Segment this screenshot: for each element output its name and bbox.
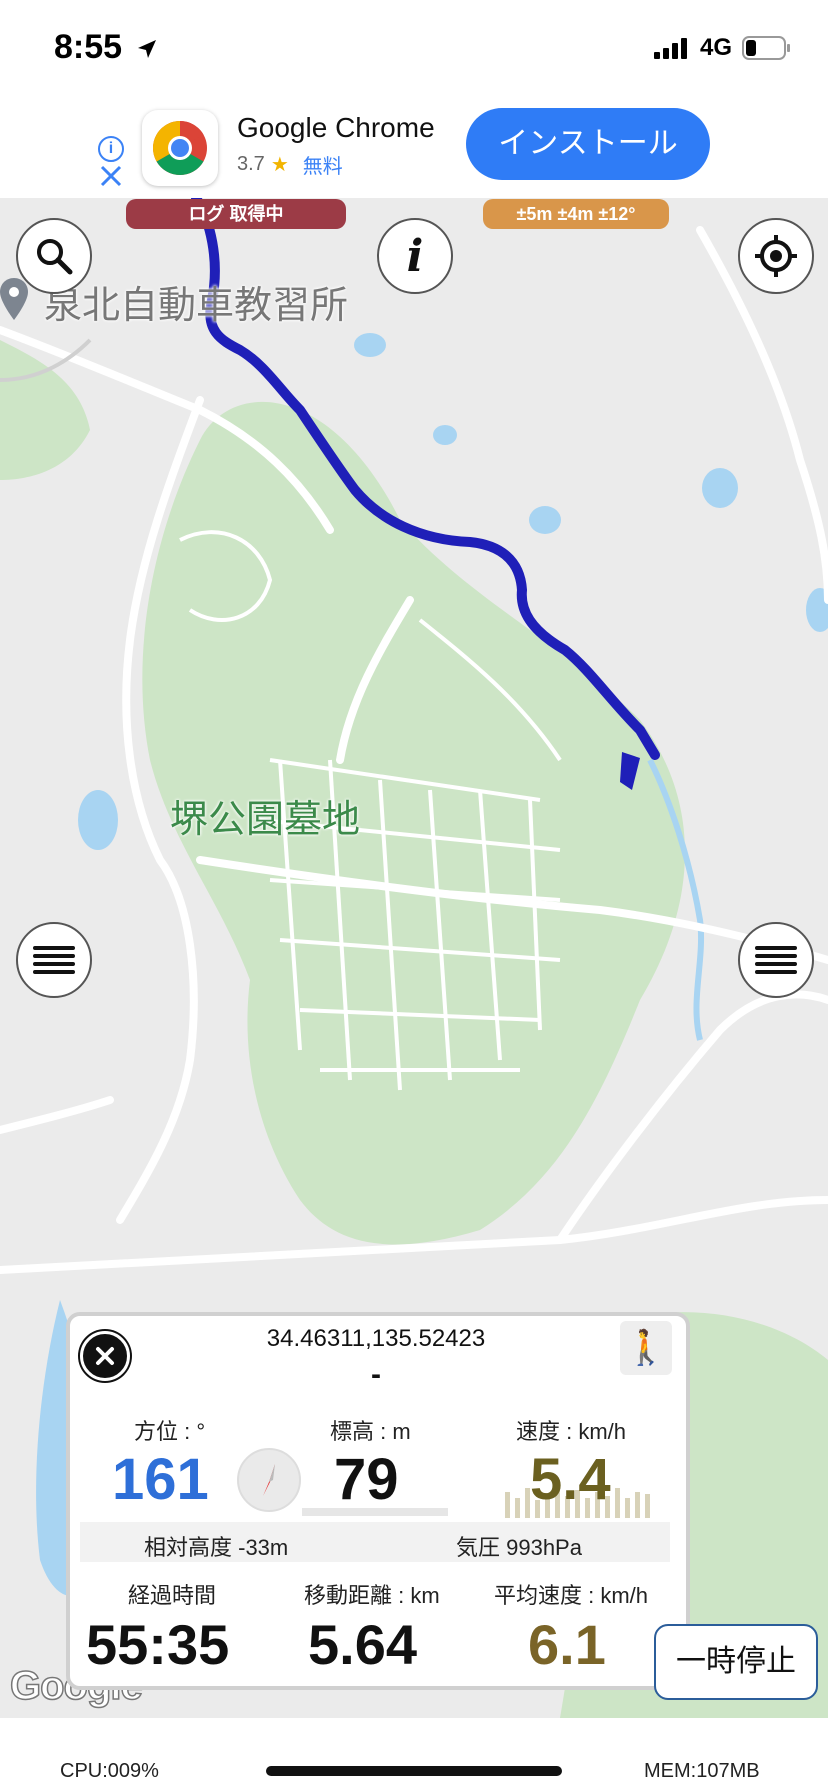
ad-meta: 3.7 ★ 無料 — [237, 150, 343, 179]
battery-icon — [742, 36, 790, 60]
map-pin-icon — [0, 278, 28, 320]
close-icon[interactable] — [98, 163, 124, 189]
pond-3 — [529, 506, 561, 534]
altitude-label: 標高 : m — [330, 1419, 411, 1444]
hamburger-icon — [755, 946, 797, 974]
info-icon[interactable]: i — [98, 136, 124, 162]
road — [0, 1096, 114, 1134]
status-bar: 8:55 4G — [0, 0, 828, 100]
pond-7 — [354, 333, 386, 357]
chrome-icon[interactable] — [142, 110, 218, 186]
locate-button[interactable] — [738, 218, 814, 294]
home-indicator[interactable] — [266, 1766, 562, 1776]
accuracy-badge: ±5m ±4m ±12° — [483, 199, 669, 229]
info-button[interactable]: i — [377, 218, 453, 294]
compass-icon — [237, 1448, 301, 1512]
left-menu-button[interactable] — [16, 922, 92, 998]
search-button[interactable] — [16, 218, 92, 294]
coordinates: 34.46311,135.52423 — [266, 1325, 486, 1352]
heading-value: 161 — [112, 1447, 209, 1512]
speed-value: 5.4 — [530, 1447, 611, 1512]
cpu-usage: CPU:009% — [60, 1760, 159, 1782]
info-icon: i — [406, 230, 424, 282]
ad-app-name[interactable]: Google Chrome — [237, 112, 435, 144]
address: - — [371, 1358, 381, 1391]
place-label-park[interactable]: 堺公園墓地 — [170, 788, 360, 843]
star-icon: ★ — [270, 154, 289, 176]
elapsed-label: 経過時間 — [128, 1583, 217, 1608]
pond-4 — [702, 468, 738, 508]
search-icon — [37, 239, 73, 275]
relative-altitude: 相対高度 -33m — [144, 1535, 289, 1560]
walking-mode-button[interactable]: 🚶 — [620, 1321, 672, 1375]
speed-label: 速度 : km/h — [516, 1419, 627, 1444]
network-type: 4G — [699, 34, 732, 61]
distance-value: 5.64 — [308, 1613, 417, 1676]
altitude-value: 79 — [334, 1447, 399, 1512]
pause-button[interactable]: 一時停止 — [654, 1624, 818, 1700]
install-button[interactable]: インストール — [466, 108, 710, 180]
log-status-badge: ログ 取得中 — [126, 199, 346, 229]
place-label-school[interactable]: 泉北自動車教習所 — [44, 274, 348, 329]
distance-label: 移動距離 : km — [304, 1583, 440, 1608]
hamburger-icon — [33, 946, 75, 974]
pressure: 気圧 993hPa — [456, 1535, 582, 1560]
elapsed-value: 55:35 — [86, 1613, 230, 1676]
location-arrow-icon — [137, 40, 156, 59]
memory-usage: MEM:107MB — [644, 1760, 760, 1782]
crosshair-icon — [755, 235, 797, 277]
signal-icon — [653, 38, 687, 59]
right-menu-button[interactable] — [738, 922, 814, 998]
status-indicators: 4G — [653, 34, 792, 62]
ad-rating: 3.7 — [237, 153, 265, 175]
ad-price: 無料 — [302, 156, 343, 178]
avg-speed-value: 6.1 — [528, 1613, 606, 1676]
pond-6 — [433, 425, 457, 445]
heading-label: 方位 : ° — [134, 1419, 206, 1444]
status-time: 8:55 — [54, 28, 158, 67]
pond-2 — [78, 790, 118, 850]
avg-speed-label: 平均速度 : km/h — [494, 1583, 649, 1608]
walking-person-icon: 🚶 — [624, 1329, 668, 1367]
